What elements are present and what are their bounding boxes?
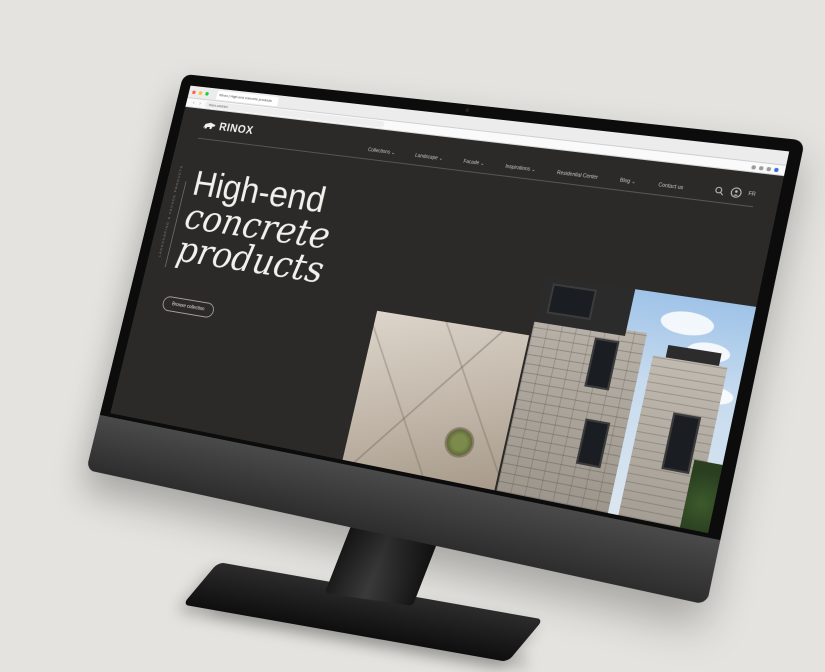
cloud (658, 308, 717, 339)
forward-icon[interactable]: › (199, 101, 202, 106)
bull-icon (202, 121, 217, 130)
window (546, 283, 598, 321)
minimize-window-icon[interactable] (198, 90, 203, 95)
browse-collection-button[interactable]: Browse collection (161, 295, 216, 319)
planter (441, 424, 478, 461)
pavers-photo (342, 310, 530, 491)
account-icon[interactable] (730, 186, 743, 199)
brand-name: RINOX (217, 120, 255, 137)
browser-extensions (751, 164, 780, 172)
extension-icon[interactable] (751, 164, 757, 170)
language-switch[interactable]: FR (748, 191, 757, 198)
profile-avatar[interactable] (773, 167, 780, 172)
monitor: Rinox | High-end concrete products ‹ › r… (86, 73, 805, 605)
back-icon[interactable]: ‹ (192, 100, 195, 105)
maximize-window-icon[interactable] (205, 91, 210, 96)
close-window-icon[interactable] (191, 89, 197, 94)
site-logo[interactable]: RINOX (201, 118, 255, 137)
search-icon[interactable] (714, 185, 726, 195)
hero-title: High-end concrete products (173, 165, 343, 292)
extension-icon[interactable] (766, 166, 772, 171)
extension-icon[interactable] (758, 165, 764, 171)
